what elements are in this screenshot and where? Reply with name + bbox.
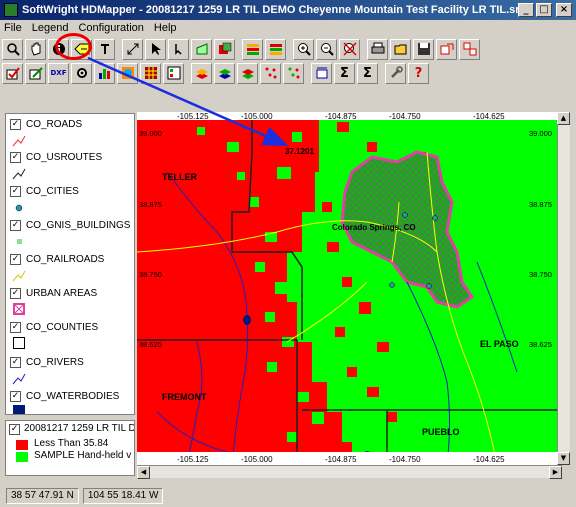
scroll-left-icon[interactable]: ◀: [137, 466, 150, 479]
longitude-readout: 104 55 18.41 W: [82, 487, 164, 504]
scroll-right-icon[interactable]: ▶: [549, 466, 562, 479]
annotation-arrow: [87, 56, 289, 147]
vertical-scrollbar[interactable]: ▲ ▼: [557, 112, 570, 465]
scroll-up-icon[interactable]: ▲: [557, 112, 570, 125]
latitude-readout: 38 57 47.91 N: [6, 487, 79, 504]
scroll-down-icon[interactable]: ▼: [557, 452, 570, 465]
status-bar: 38 57 47.91 N 104 55 18.41 W: [0, 484, 576, 507]
horizontal-scrollbar[interactable]: ◀ ▶: [137, 465, 562, 479]
